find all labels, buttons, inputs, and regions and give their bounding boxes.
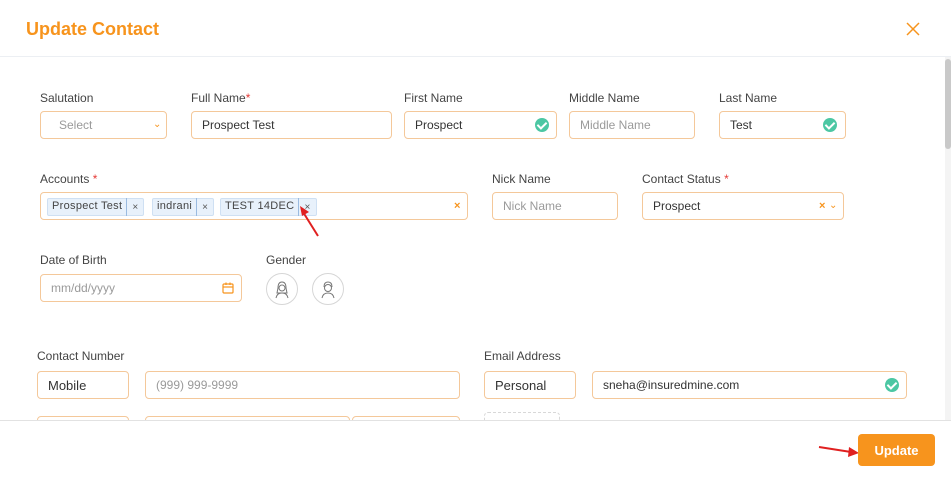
modal-footer: Update xyxy=(0,420,951,485)
salutation-label: Salutation xyxy=(40,91,94,105)
close-icon[interactable] xyxy=(904,20,922,38)
clear-icon[interactable]: × xyxy=(819,200,825,212)
account-tag: indrani × xyxy=(152,198,215,216)
last-name-label: Last Name xyxy=(719,91,778,105)
male-avatar-icon xyxy=(321,281,335,299)
phone-number-placeholder: (999) 999-9999 xyxy=(156,378,239,392)
email-type-select[interactable]: Personal xyxy=(484,371,576,399)
annotation-arrow xyxy=(818,446,859,457)
accounts-label-text: Accounts xyxy=(40,172,90,186)
gender-female-option[interactable] xyxy=(266,273,298,305)
modal-title: Update Contact xyxy=(26,19,160,39)
scrollbar-thumb[interactable] xyxy=(945,59,951,149)
last-name-input[interactable]: Test xyxy=(719,111,846,139)
add-email-button[interactable] xyxy=(484,412,560,420)
valid-check-icon xyxy=(823,118,837,132)
modal-header: Update Contact xyxy=(0,0,951,57)
nick-name-placeholder: Nick Name xyxy=(503,199,562,213)
update-button[interactable]: Update xyxy=(858,434,935,466)
chevron-down-icon: ⌄ xyxy=(829,200,838,211)
annotation-arrow xyxy=(300,206,319,237)
gender-label: Gender xyxy=(266,253,307,267)
valid-check-icon xyxy=(535,118,549,132)
contact-status-label-text: Contact Status xyxy=(642,172,721,186)
middle-name-label: Middle Name xyxy=(569,91,640,105)
phone-type-select[interactable]: Mobile xyxy=(37,371,129,399)
clear-all-icon[interactable]: × xyxy=(454,200,460,212)
valid-check-icon xyxy=(885,378,899,392)
contact-number-label: Contact Number xyxy=(37,349,125,363)
account-tag-label: TEST 14DEC xyxy=(225,198,300,216)
full-name-label: Full Name* xyxy=(191,91,250,105)
dob-input[interactable]: mm/dd/yyyy xyxy=(40,274,242,302)
calendar-icon[interactable] xyxy=(222,282,234,294)
accounts-label: Accounts * xyxy=(40,172,97,186)
email-value: sneha@insuredmine.com xyxy=(603,378,740,392)
last-name-value: Test xyxy=(730,118,753,132)
full-name-value: Prospect Test xyxy=(202,118,275,132)
middle-name-input[interactable]: Middle Name xyxy=(569,111,695,139)
contact-status-label: Contact Status * xyxy=(642,172,729,186)
nick-name-label: Nick Name xyxy=(492,172,551,186)
modal-body: Salutation Select ⌄ Full Name* Prospect … xyxy=(0,57,951,420)
first-name-input[interactable]: Prospect xyxy=(404,111,557,139)
full-name-label-text: Full Name xyxy=(191,91,246,105)
female-avatar-icon xyxy=(275,281,289,299)
chevron-down-icon: ⌄ xyxy=(153,119,162,130)
account-tag-label: Prospect Test xyxy=(52,198,128,216)
salutation-select[interactable]: Select ⌄ xyxy=(40,111,167,139)
email-address-label: Email Address xyxy=(484,349,561,363)
gender-male-option[interactable] xyxy=(312,273,344,305)
contact-status-select[interactable]: Prospect × ⌄ xyxy=(642,192,844,220)
scrollbar[interactable] xyxy=(945,57,951,420)
required-mark: * xyxy=(92,172,98,186)
email-input[interactable]: sneha@insuredmine.com xyxy=(592,371,907,399)
remove-tag-icon[interactable]: × xyxy=(197,202,213,213)
nick-name-input[interactable]: Nick Name xyxy=(492,192,618,220)
salutation-select-value: Select xyxy=(59,118,93,132)
account-tag-label: indrani xyxy=(157,198,198,216)
full-name-input[interactable]: Prospect Test xyxy=(191,111,392,139)
email-type-value: Personal xyxy=(495,377,547,393)
first-name-label: First Name xyxy=(404,91,463,105)
middle-name-placeholder: Middle Name xyxy=(580,118,651,132)
dob-placeholder: mm/dd/yyyy xyxy=(51,281,116,295)
remove-tag-icon[interactable]: × xyxy=(127,202,143,213)
phone-number-input[interactable]: (999) 999-9999 xyxy=(145,371,460,399)
required-mark: * xyxy=(724,172,729,186)
contact-status-value: Prospect xyxy=(653,199,701,213)
account-tag: Prospect Test × xyxy=(47,198,145,216)
phone-type-value: Mobile xyxy=(48,377,87,393)
accounts-multiselect[interactable]: Prospect Test × indrani × TEST 14DEC × × xyxy=(40,192,468,220)
required-mark: * xyxy=(245,91,251,105)
dob-label: Date of Birth xyxy=(40,253,107,267)
first-name-value: Prospect xyxy=(415,118,463,132)
